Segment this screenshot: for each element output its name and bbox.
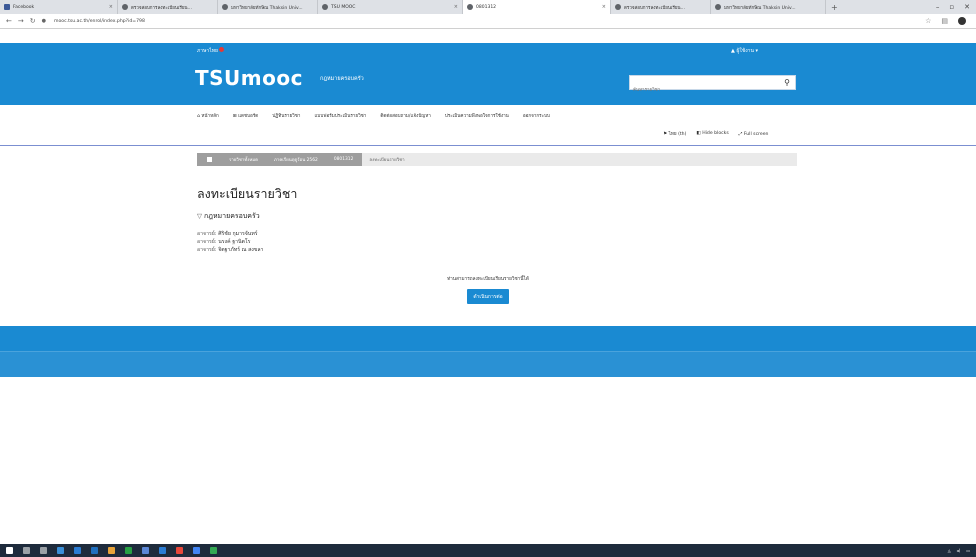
teacher-item: อาจารย์: นรงค์ ฐานิตโร xyxy=(197,239,251,245)
globe-icon xyxy=(715,4,721,10)
forward-icon[interactable]: → xyxy=(18,17,24,25)
breadcrumb: รายวิชาทั้งหมด ภาคเรียนฤดูร้อน 2562 0801… xyxy=(197,153,797,166)
url-field[interactable]: mooc.tsu.ac.th/enrol/index.php?id=798 xyxy=(54,19,145,24)
app-icon[interactable] xyxy=(142,547,149,554)
edge-icon[interactable] xyxy=(74,547,81,554)
globe-icon xyxy=(122,4,128,10)
breadcrumb-term[interactable]: ภาคเรียนฤดูร้อน 2562 xyxy=(267,153,327,166)
course-icon: ▽ xyxy=(197,212,202,220)
teacher-list: อาจารย์: ศิริชัย กุมารจันทร์ อาจารย์: นร… xyxy=(197,230,263,254)
tab-enrol-check-2[interactable]: ตรวจสอบการลงทะเบียนเรียน... xyxy=(611,0,711,14)
menu-logout[interactable]: ออกจากระบบ xyxy=(523,113,550,120)
back-icon[interactable]: ← xyxy=(6,17,12,25)
app-icon[interactable] xyxy=(125,547,132,554)
notification-badge xyxy=(218,47,224,52)
search-icon[interactable] xyxy=(23,547,30,554)
tab-tsu-univ-2[interactable]: มหาวิทยาลัยทักษิณ Thaksin Univ... xyxy=(711,0,826,14)
profile-avatar[interactable] xyxy=(958,17,966,25)
teacher-item: อาจารย์: ศิริชัย กุมารจันทร์ xyxy=(197,231,258,237)
search-box: ⚲ xyxy=(629,75,796,97)
app-icon[interactable] xyxy=(210,547,217,554)
star-icon[interactable]: ☆ xyxy=(925,17,931,25)
address-bar: ← → ↻ ● mooc.tsu.ac.th/enrol/index.php?i… xyxy=(0,14,976,29)
app-icon[interactable] xyxy=(57,547,64,554)
windows-start-icon[interactable] xyxy=(6,547,13,554)
user-icon: ▲ xyxy=(731,48,735,54)
globe-icon xyxy=(222,4,228,10)
system-tray: ◬ ◂) ▭ xyxy=(948,548,976,553)
continue-button[interactable]: ดำเนินการต่อ xyxy=(467,289,509,304)
taskbar: ◬ ◂) ▭ xyxy=(0,544,976,557)
language-menu[interactable]: ภาษาไทย xyxy=(197,47,224,55)
close-tab-icon[interactable]: × xyxy=(454,4,458,10)
menu-satisfaction[interactable]: ประเมินความพึงพอใจการใช้งาน xyxy=(445,113,509,120)
hide-blocks-button[interactable]: ◧ Hide blocks xyxy=(696,131,728,138)
reload-icon[interactable]: ↻ xyxy=(30,17,36,25)
close-icon[interactable]: ✕ xyxy=(964,3,970,11)
lock-icon: ● xyxy=(41,18,46,24)
close-tab-icon[interactable]: × xyxy=(109,4,113,10)
fullscreen-button[interactable]: ⤢ Full screen xyxy=(739,131,769,138)
language-switch[interactable]: ⚑ ไทย (th) xyxy=(663,131,686,138)
menu-contact[interactable]: ติดต่อสอบถาม/แจ้งปัญหา xyxy=(380,113,430,120)
close-tab-icon[interactable]: × xyxy=(602,4,606,10)
search-icon[interactable]: ⚲ xyxy=(784,78,790,87)
app-icon[interactable] xyxy=(176,547,183,554)
user-menu[interactable]: ▲ ผู้ใช้งาน ▾ xyxy=(731,47,758,55)
menu-dashboard[interactable]: ⊞ แดชบอร์ด xyxy=(233,113,259,120)
browser-tabbar: Facebook × ตรวจสอบการลงทะเบียนเรียน... มห… xyxy=(0,0,976,14)
breadcrumb-current: ลงทะเบียนรายวิชา xyxy=(369,158,405,163)
breadcrumb-course[interactable]: 0801312 xyxy=(326,153,363,166)
notification-icon[interactable]: ▭ xyxy=(966,548,970,553)
header-course-title[interactable]: กฎหมายครอบครัว xyxy=(320,75,364,83)
header-divider xyxy=(0,145,976,146)
page-tools: ⚑ ไทย (th) ◧ Hide blocks ⤢ Full screen xyxy=(663,131,768,138)
tab-tsu-mooc[interactable]: TSU MOOC × xyxy=(318,0,463,14)
window-controls: – ▫ ✕ xyxy=(936,3,976,11)
tab-facebook[interactable]: Facebook × xyxy=(0,0,118,14)
breadcrumb-home[interactable] xyxy=(197,153,222,166)
minimize-icon[interactable]: – xyxy=(936,3,940,11)
site-nav xyxy=(0,105,976,145)
user-icon xyxy=(467,4,473,10)
teacher-item: อาจารย์: จิตฐาภัทร์ ณ สงขลา xyxy=(197,247,264,253)
site-header xyxy=(0,43,976,105)
task-view-icon[interactable] xyxy=(40,547,47,554)
extensions-icon[interactable]: ▤ xyxy=(941,17,948,25)
tab-course-active[interactable]: 0801312 × xyxy=(463,0,611,14)
facebook-icon xyxy=(4,4,10,10)
main-menu: ⌂ หน้าหลัก ⊞ แดชบอร์ด ปฏิทินรายวิชา แบบฟ… xyxy=(197,113,550,120)
breadcrumb-all-courses[interactable]: รายวิชาทั้งหมด xyxy=(222,153,267,166)
site-logo[interactable]: TSUmooc xyxy=(195,66,303,90)
enrol-notice: ท่านสามารถลงทะเบียนเรียนรายวิชานี้ได้ xyxy=(447,277,529,282)
ie-icon[interactable] xyxy=(159,547,166,554)
menu-home[interactable]: ⌂ หน้าหลัก xyxy=(197,113,219,120)
menu-calendar[interactable]: ปฏิทินรายวิชา xyxy=(272,113,300,120)
globe-icon xyxy=(615,4,621,10)
footer-top xyxy=(0,326,976,351)
volume-icon[interactable]: ◂) xyxy=(957,548,961,553)
tab-tsu-univ[interactable]: มหาวิทยาลัยทักษิณ Thaksin Univ... xyxy=(218,0,318,14)
menu-evaluation-form[interactable]: แบบฟอร์มประเมินรายวิชา xyxy=(314,113,366,120)
app-icon[interactable] xyxy=(91,547,98,554)
new-tab-button[interactable]: + xyxy=(826,3,843,12)
chrome-icon[interactable] xyxy=(193,547,200,554)
maximize-icon[interactable]: ▫ xyxy=(949,3,954,11)
footer-bottom xyxy=(0,351,976,377)
course-name[interactable]: ▽ กฎหมายครอบครัว xyxy=(197,211,260,222)
globe-icon xyxy=(322,4,328,10)
home-icon xyxy=(207,157,212,162)
app-icon[interactable] xyxy=(108,547,115,554)
network-icon[interactable]: ◬ xyxy=(948,548,951,553)
page-title: ลงทะเบียนรายวิชา xyxy=(197,186,298,201)
tab-enrol-check[interactable]: ตรวจสอบการลงทะเบียนเรียน... xyxy=(118,0,218,14)
search-input[interactable] xyxy=(630,84,776,97)
